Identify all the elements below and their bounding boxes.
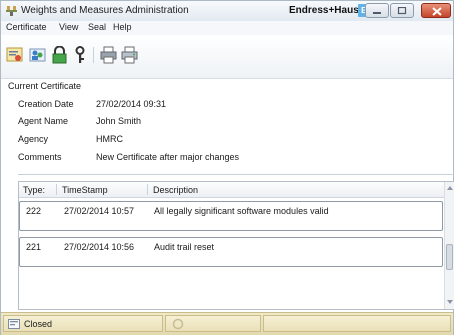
table-row[interactable]: 221 27/02/2014 10:56 Audit trail reset [19, 237, 443, 267]
menu-bar: Certificate View Seal Help [1, 21, 453, 35]
maximize-icon [397, 7, 407, 15]
users-icon[interactable] [29, 46, 46, 64]
table-row[interactable]: 222 27/02/2014 10:57 All legally signifi… [19, 201, 443, 231]
app-window: Weights and Measures Administration Endr… [0, 0, 454, 335]
cell-type: 221 [26, 242, 42, 252]
close-icon [432, 7, 442, 16]
certificate-icon[interactable] [6, 46, 23, 64]
cell-timestamp: 27/02/2014 10:57 [64, 206, 135, 216]
field-label: Creation Date [18, 99, 74, 109]
cell-description: Audit trail reset [154, 242, 215, 252]
menu-view[interactable]: View [59, 22, 78, 32]
scroll-down-icon[interactable] [447, 300, 453, 304]
brand-name: Endress+Hauser [289, 5, 369, 16]
field-value: HMRC [96, 134, 123, 144]
minimize-button[interactable] [365, 3, 389, 18]
minimize-icon [373, 12, 381, 14]
scroll-up-icon[interactable] [447, 186, 453, 190]
field-value: 27/02/2014 09:31 [96, 99, 167, 109]
window-title: Weights and Measures Administration [21, 5, 189, 16]
field-value: John Smith [96, 116, 142, 126]
status-seal-panel: Closed [3, 315, 163, 332]
toolbar [1, 35, 453, 79]
cell-type: 222 [26, 206, 42, 216]
lock-icon[interactable] [51, 46, 68, 64]
certificate-header: Current Certificate [8, 81, 82, 91]
menu-seal[interactable]: Seal [88, 22, 106, 32]
cell-timestamp: 27/02/2014 10:56 [64, 242, 135, 252]
status-bar: Closed [1, 312, 453, 335]
cell-description: All legally significant software modules… [154, 206, 329, 216]
menu-help[interactable]: Help [113, 22, 132, 32]
audit-trail-grid[interactable]: Type: TimeStamp Description 222 27/02/20… [18, 181, 454, 310]
busy-icon [172, 318, 184, 330]
current-certificate-panel: Current Certificate Creation Date 27/02/… [8, 78, 454, 174]
printer-icon[interactable] [121, 46, 138, 64]
field-value: New Certificate after major changes [96, 152, 240, 162]
column-header-type[interactable]: Type: [23, 185, 45, 195]
seal-closed-icon [8, 319, 20, 329]
title-bar: Weights and Measures Administration Endr… [1, 1, 453, 21]
column-separator [147, 184, 148, 195]
app-icon [6, 6, 17, 16]
field-label: Agent Name [18, 116, 69, 126]
scroll-thumb[interactable] [446, 244, 453, 270]
key-icon[interactable] [72, 46, 89, 64]
status-panel-2 [165, 315, 261, 332]
maximize-button[interactable] [390, 3, 414, 18]
menu-certificate[interactable]: Certificate [6, 22, 47, 32]
status-text: Closed [24, 319, 53, 329]
column-header-timestamp[interactable]: TimeStamp [62, 185, 108, 195]
field-label: Agency [18, 134, 49, 144]
seal-printer-icon[interactable] [100, 46, 117, 64]
status-panel-3 [263, 315, 451, 332]
column-header-description[interactable]: Description [153, 185, 198, 195]
grid-header: Type: TimeStamp Description [19, 182, 444, 198]
toolbar-separator [93, 47, 94, 63]
field-label: Comments [18, 152, 62, 162]
column-separator [56, 184, 57, 195]
vertical-scrollbar[interactable] [444, 182, 454, 309]
close-button[interactable] [421, 3, 451, 18]
panel-divider [18, 174, 454, 175]
